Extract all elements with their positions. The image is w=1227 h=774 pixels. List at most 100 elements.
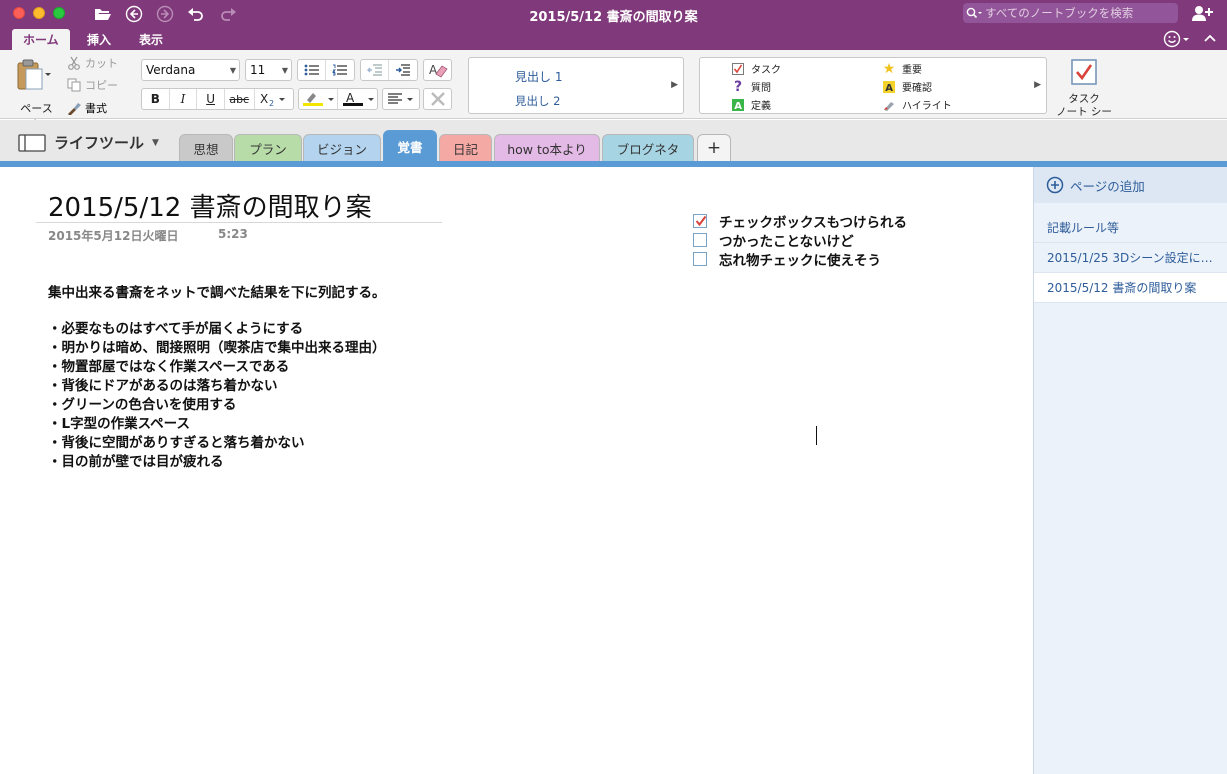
format-painter-button[interactable]: 書式 [67, 100, 107, 116]
page-canvas[interactable]: 2015/5/12 書斎の間取り案 2015年5月12日火曜日 5:23 集中出… [0, 167, 1033, 774]
tab-insert[interactable]: 挿入 [76, 29, 122, 50]
title-bar: 2015/5/12 書斎の間取り案 [0, 0, 1227, 27]
section-tab[interactable]: ビジョン [303, 134, 381, 161]
format-painter-icon [68, 103, 81, 115]
list-item[interactable]: ・L字型の作業スペース [48, 415, 386, 434]
zoom-window-button[interactable] [53, 7, 65, 19]
search-icon [963, 7, 985, 19]
italic-button[interactable]: I [170, 89, 198, 109]
tag-task[interactable]: タスク [732, 61, 781, 76]
font-name-select[interactable]: Verdana ▼ [141, 59, 240, 81]
text-cursor [816, 426, 817, 445]
indent-buttons [360, 59, 418, 81]
styles-expand-arrow-icon[interactable]: ▶ [671, 80, 678, 90]
font-size-select[interactable]: 11 ▼ [245, 59, 292, 81]
page-title[interactable]: 2015/5/12 書斎の間取り案 [48, 187, 372, 224]
back-arrow-icon[interactable] [124, 4, 144, 23]
todo-checkbox[interactable] [693, 232, 707, 247]
underline-button[interactable]: U [197, 89, 225, 109]
star-icon: ★ [882, 60, 896, 77]
tag-definition[interactable]: A 定義 [732, 97, 771, 112]
clear-formatting-button[interactable]: A [424, 60, 451, 80]
checklist-item-text[interactable]: チェックボックスもつけられる [719, 211, 907, 231]
redo-icon[interactable] [218, 4, 238, 23]
add-page-label: ページの追加 [1070, 178, 1145, 194]
ribbon-tab-row: ホーム 挿入 表示 [0, 27, 1227, 50]
title-underline [36, 222, 442, 223]
style-heading2[interactable]: 見出し 2 [515, 93, 560, 109]
list-item[interactable]: ・背後に空間がありすぎると落ち着かない [48, 434, 386, 453]
bold-button[interactable]: B [142, 89, 170, 109]
todo-checkbox[interactable] [693, 251, 707, 266]
list-item[interactable]: ・明かりは暗め、間接照明（喫茶店で集中出来る理由） [48, 339, 386, 358]
feedback-smiley-icon[interactable] [1162, 29, 1192, 49]
page-list-item-selected[interactable]: 2015/5/12 書斎の間取り案 [1034, 273, 1227, 303]
tag-question[interactable]: ? 質問 [732, 79, 771, 95]
copy-icon [67, 78, 81, 92]
checklist-item-text[interactable]: 忘れ物チェックに使えそう [719, 249, 881, 269]
page-list-item[interactable]: 2015/1/25 3Dシーン設定に… [1034, 243, 1227, 273]
notebook-name: ライフツール [54, 134, 145, 152]
subscript-button[interactable]: X2 [255, 89, 293, 109]
close-window-button[interactable] [13, 7, 25, 19]
tag-important[interactable]: ★ 重要 [882, 60, 922, 77]
tag-highlight[interactable]: ハイライト [883, 97, 952, 112]
bullet-list-icon [304, 64, 319, 76]
minimize-window-button[interactable] [33, 7, 45, 19]
forward-arrow-icon[interactable] [155, 4, 175, 23]
decrease-indent-button[interactable] [361, 60, 390, 80]
section-tab[interactable]: ブログネタ [602, 134, 694, 161]
section-tab[interactable]: how to本より [494, 134, 600, 161]
list-item[interactable]: ・物置部屋ではなく作業スペースである [48, 358, 386, 377]
add-circle-icon [1046, 176, 1064, 194]
tab-home[interactable]: ホーム [12, 29, 70, 50]
bullet-list-button[interactable] [298, 60, 327, 80]
ribbon: ペースト カット コピー 書式 Verdana ▼ 11 ▼ [0, 50, 1227, 131]
section-tab-active[interactable]: 覚書 [383, 130, 437, 161]
tab-view[interactable]: 表示 [128, 29, 174, 50]
paste-button[interactable]: ペースト [8, 57, 56, 131]
strikethrough-button[interactable]: abc [225, 89, 255, 109]
tag-review-label: 要確認 [902, 83, 932, 94]
numbered-list-button[interactable] [326, 60, 354, 80]
share-add-user-icon[interactable] [1190, 4, 1214, 23]
collapse-ribbon-icon[interactable] [1202, 30, 1218, 48]
tags-expand-arrow-icon[interactable]: ▶ [1034, 80, 1041, 90]
add-section-button[interactable]: + [697, 134, 731, 161]
increase-indent-button[interactable] [389, 60, 417, 80]
open-folder-icon[interactable] [93, 4, 113, 23]
search-input[interactable] [985, 6, 1170, 20]
note-body[interactable]: 集中出来る書斎をネットで調べた結果を下に列記する。 ・必要なものはすべて手が届く… [48, 284, 386, 472]
checkbox-tag-icon [732, 62, 744, 75]
todo-checkbox[interactable] [693, 213, 707, 228]
style-heading1[interactable]: 見出し 1 [515, 68, 562, 85]
copy-label: コピー [85, 79, 118, 92]
notebook-search[interactable] [963, 3, 1178, 23]
notebook-picker[interactable]: ライフツール ▼ [18, 132, 159, 153]
list-item[interactable]: ・グリーンの色合いを使用する [48, 396, 386, 415]
page-list-item[interactable]: 記載ルール等 [1034, 213, 1227, 243]
tag-review[interactable]: A 要確認 [883, 79, 932, 94]
list-item[interactable]: ・必要なものはすべて手が届くようにする [48, 320, 386, 339]
paragraph-align-button[interactable] [383, 89, 419, 109]
outdent-icon [366, 64, 382, 76]
undo-icon[interactable] [186, 4, 206, 23]
copy-button[interactable]: コピー [67, 77, 118, 93]
svg-text:A: A [734, 101, 742, 111]
section-tab[interactable]: 思想 [179, 134, 233, 161]
section-tab[interactable]: 日記 [439, 134, 492, 161]
delete-button[interactable] [424, 89, 451, 109]
section-bar: ライフツール ▼ 思想 プラン ビジョン 覚書 日記 how to本より ブログ… [0, 120, 1227, 161]
svg-text:A: A [429, 63, 438, 77]
add-page-button[interactable]: ページの追加 [1034, 167, 1227, 203]
font-color-button[interactable]: A [338, 89, 377, 109]
styles-gallery[interactable]: 見出し 1 見出し 2 ▶ [468, 57, 684, 114]
cut-button[interactable]: カット [67, 55, 118, 71]
list-item[interactable]: ・目の前が壁では目が疲れる [48, 453, 386, 472]
section-tab[interactable]: プラン [234, 134, 302, 161]
note-intro[interactable]: 集中出来る書斎をネットで調べた結果を下に列記する。 [48, 284, 386, 303]
font-size-value: 11 [250, 63, 266, 77]
checklist-item-text[interactable]: つかったことないけど [719, 230, 854, 250]
highlight-color-button[interactable] [299, 89, 339, 109]
list-item[interactable]: ・背後にドアがあるのは落ち着かない [48, 377, 386, 396]
